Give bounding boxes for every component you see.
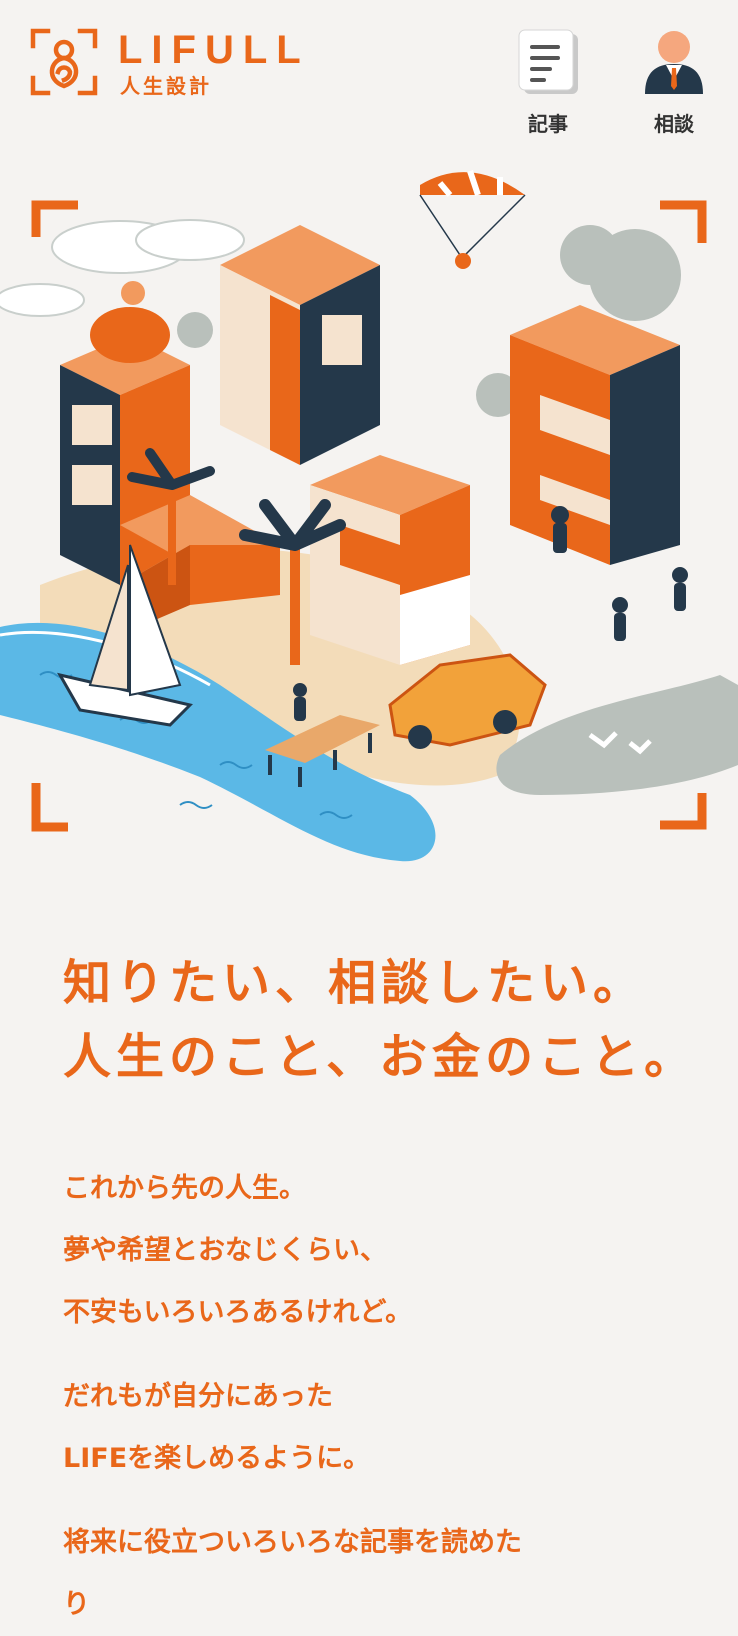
intro-paragraph: だれもが自分にあった LIFEを楽しめるように。 (63, 1366, 703, 1490)
intro-line: り (63, 1589, 90, 1620)
headline-line: 知りたい、相談したい。 (63, 955, 647, 1011)
intro-line: これから先の人生。 (63, 1173, 306, 1204)
advisor-icon (645, 31, 703, 94)
intro-paragraph: これから先の人生。 夢や希望とおなじくらい、 不安もいろいろあるけれど。 (63, 1158, 703, 1344)
letter-F (310, 455, 470, 665)
main-headline: 知りたい、相談したい。 人生のこと、お金のこと。 (63, 946, 697, 1094)
parachute (419, 170, 526, 269)
nav-articles-label: 記事 (528, 112, 568, 136)
nav-consult-button[interactable]: 相談 (634, 28, 714, 138)
lifull-logo-icon (30, 28, 98, 96)
site-logo[interactable]: LIFULL 人生設計 (30, 28, 330, 100)
intro-line: だれもが自分にあった (63, 1381, 333, 1412)
nav-articles-button[interactable]: 記事 (508, 28, 588, 138)
brand-subtitle: 人生設計 (120, 74, 212, 98)
intro-text: これから先の人生。 夢や希望とおなじくらい、 不安もいろいろあるけれど。 だれも… (63, 1158, 703, 1636)
letter-E (510, 305, 680, 565)
hero-illustration (0, 165, 738, 885)
piggy-bank (90, 281, 170, 363)
letter-I (220, 225, 380, 465)
brand-name: LIFULL (118, 28, 310, 72)
article-icon (518, 29, 578, 94)
intro-line: 夢や希望とおなじくらい、 (63, 1235, 387, 1266)
intro-line: 不安もいろいろあるけれど。 (63, 1297, 413, 1328)
nav-consult-label: 相談 (654, 112, 694, 136)
intro-line: LIFEを楽しめるように。 (63, 1443, 371, 1474)
intro-paragraph: 将来に役立ついろいろな記事を読めた り (63, 1512, 703, 1636)
intro-line: 将来に役立ついろいろな記事を読めた (63, 1527, 522, 1558)
headline-line: 人生のこと、お金のこと。 (63, 1029, 698, 1085)
site-header: LIFULL 人生設計 記事 相談 (0, 0, 738, 140)
isometric-town-illustration (0, 170, 738, 862)
